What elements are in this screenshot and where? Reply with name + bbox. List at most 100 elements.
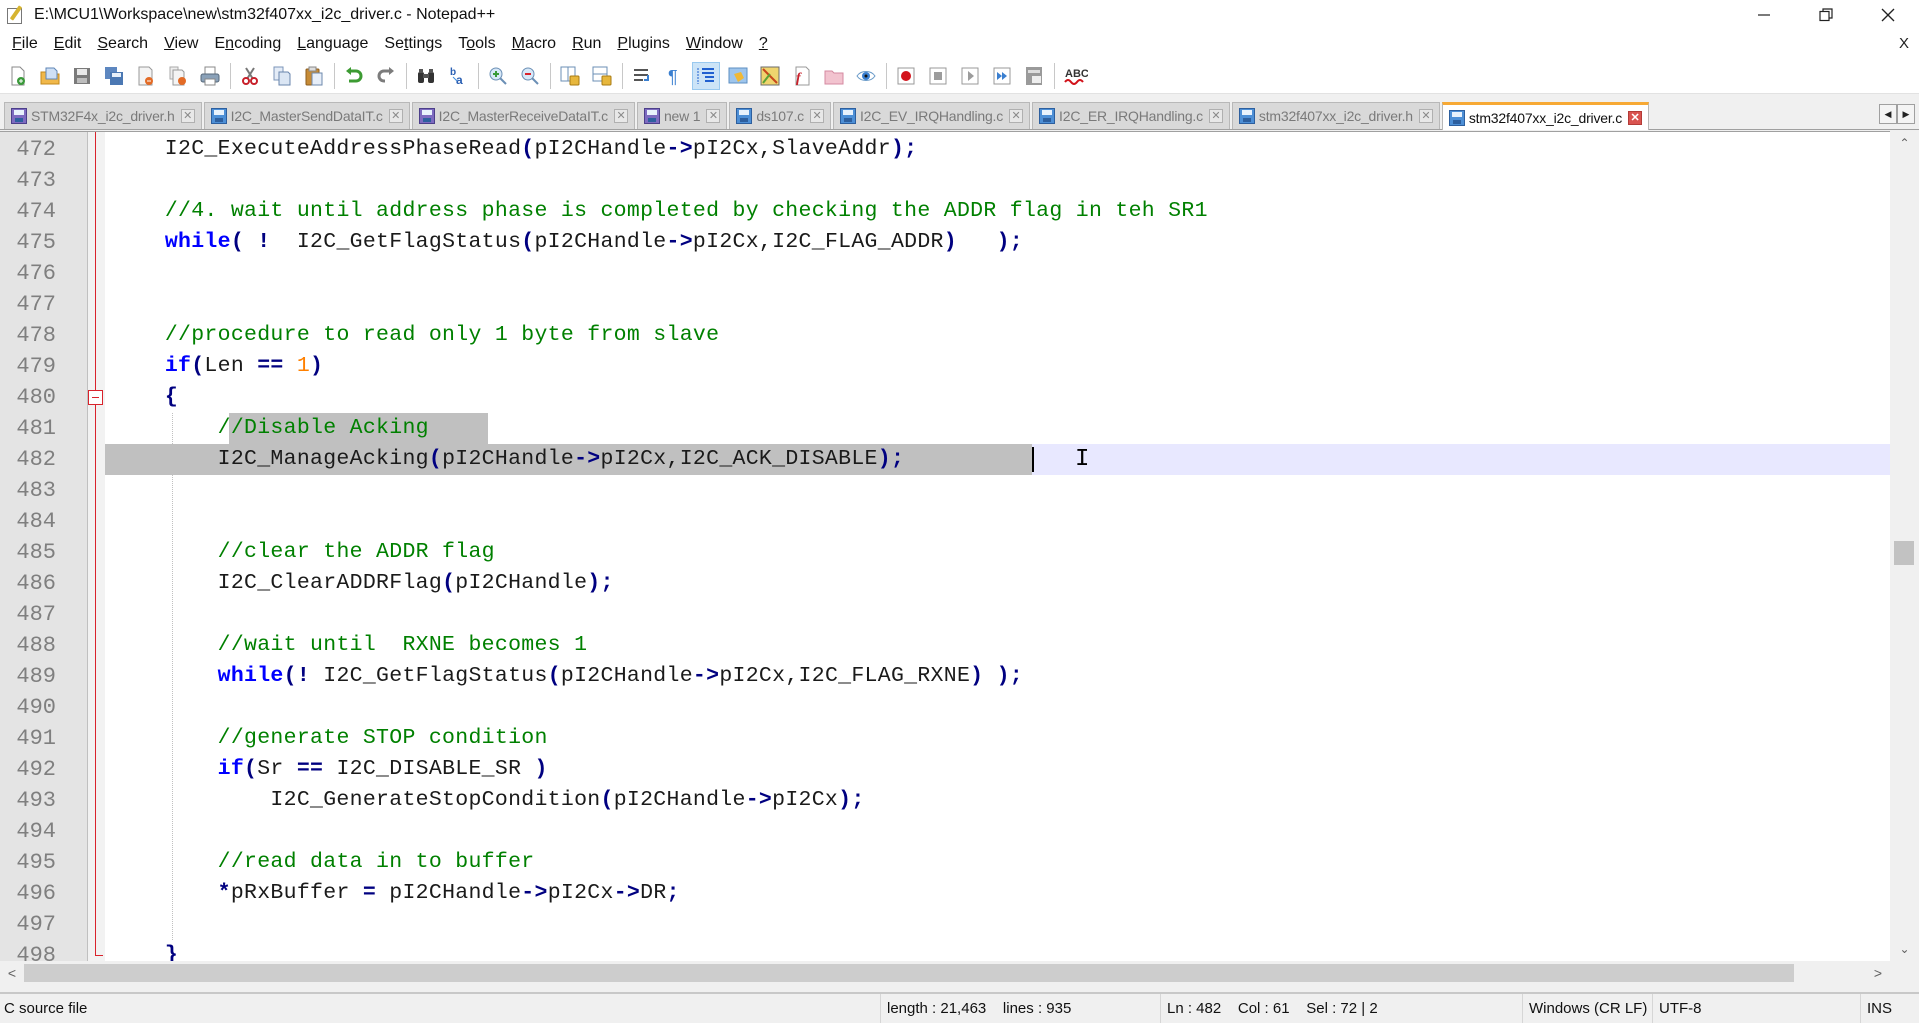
- code-line[interactable]: 492 if(Sr == I2C_DISABLE_SR ): [0, 754, 1890, 785]
- sync-horizontal-button[interactable]: [588, 62, 616, 90]
- file-tab[interactable]: stm32f407xx_i2c_driver.h ✕: [1231, 102, 1440, 129]
- code-line[interactable]: 480 {: [0, 382, 1890, 413]
- code-line[interactable]: 477: [0, 289, 1890, 320]
- code-line[interactable]: 478 //procedure to read only 1 byte from…: [0, 320, 1890, 351]
- spell-check-button[interactable]: ABC: [1060, 62, 1089, 90]
- playback-macro-button[interactable]: [956, 62, 984, 90]
- code-line[interactable]: 474 //4. wait until address phase is com…: [0, 196, 1890, 227]
- function-list-button[interactable]: f: [788, 62, 816, 90]
- close-tab-icon[interactable]: ✕: [1208, 109, 1223, 123]
- horizontal-scrollbar[interactable]: < >: [0, 961, 1890, 985]
- code-line[interactable]: 483: [0, 475, 1890, 506]
- tab-scroll-left-button[interactable]: ◀: [1879, 104, 1897, 124]
- restore-button[interactable]: [1795, 0, 1857, 30]
- file-tab[interactable]: ds107.c ✕: [729, 102, 831, 129]
- record-macro-button[interactable]: [892, 62, 920, 90]
- code-line[interactable]: 481 //Disable Acking: [0, 413, 1890, 444]
- monitoring-button[interactable]: [852, 62, 880, 90]
- code-line[interactable]: 491 //generate STOP condition: [0, 723, 1890, 754]
- code-line[interactable]: 489 while(! I2C_GetFlagStatus(pI2CHandle…: [0, 661, 1890, 692]
- code-line[interactable]: 498 }: [0, 940, 1890, 961]
- code-line[interactable]: 479 if(Len == 1): [0, 351, 1890, 382]
- file-tab[interactable]: I2C_ER_IRQHandling.c ✕: [1032, 102, 1230, 129]
- sync-vertical-button[interactable]: [556, 62, 584, 90]
- copy-button[interactable]: [268, 62, 296, 90]
- new-file-button[interactable]: [4, 62, 32, 90]
- undo-button[interactable]: [340, 62, 368, 90]
- vertical-scrollbar[interactable]: ⌃ ⌄: [1890, 131, 1919, 961]
- menu-macro[interactable]: Macro: [504, 30, 564, 58]
- run-macro-multiple-button[interactable]: [988, 62, 1016, 90]
- replace-button[interactable]: ba: [444, 62, 472, 90]
- find-button[interactable]: [412, 62, 440, 90]
- save-macro-button[interactable]: [1020, 62, 1048, 90]
- code-line[interactable]: 473: [0, 165, 1890, 196]
- menu-run[interactable]: Run: [564, 30, 609, 58]
- close-tab-icon[interactable]: ✕: [613, 109, 628, 123]
- stop-recording-button[interactable]: [924, 62, 952, 90]
- menu-search[interactable]: Search: [89, 30, 156, 58]
- folder-as-workspace-button[interactable]: [820, 62, 848, 90]
- open-file-button[interactable]: [36, 62, 64, 90]
- menu-settings[interactable]: Settings: [376, 30, 450, 58]
- print-button[interactable]: [196, 62, 224, 90]
- close-tab-icon[interactable]: ✕: [180, 109, 195, 123]
- code-line[interactable]: 490: [0, 692, 1890, 723]
- horizontal-scroll-thumb[interactable]: [24, 964, 1794, 982]
- code-editor[interactable]: 472 I2C_ExecuteAddressPhaseRead(pI2CHand…: [0, 131, 1919, 961]
- save-all-button[interactable]: [100, 62, 128, 90]
- close-all-button[interactable]: [164, 62, 192, 90]
- file-tab[interactable]: I2C_MasterReceiveDataIT.c ✕: [411, 102, 635, 129]
- code-line[interactable]: 485 //clear the ADDR flag: [0, 537, 1890, 568]
- close-tab-icon[interactable]: ✕: [1418, 109, 1433, 123]
- file-tab[interactable]: I2C_MasterSendDataIT.c ✕: [203, 102, 410, 129]
- code-line[interactable]: 475 while( ! I2C_GetFlagStatus(pI2CHandl…: [0, 227, 1890, 258]
- code-line[interactable]: 493 I2C_GenerateStopCondition(pI2CHandle…: [0, 785, 1890, 816]
- redo-button[interactable]: [372, 62, 400, 90]
- close-tab-icon[interactable]: ✕: [706, 109, 721, 123]
- code-line[interactable]: 484: [0, 506, 1890, 537]
- vertical-scroll-thumb[interactable]: [1894, 541, 1914, 565]
- close-document-button[interactable]: X: [1899, 30, 1909, 58]
- menu-help[interactable]: ?: [751, 30, 776, 58]
- document-map-button[interactable]: [756, 62, 784, 90]
- code-line[interactable]: 496 *pRxBuffer = pI2CHandle->pI2Cx->DR;: [0, 878, 1890, 909]
- code-line[interactable]: 486 I2C_ClearADDRFlag(pI2CHandle);: [0, 568, 1890, 599]
- file-tab[interactable]: I2C_EV_IRQHandling.c ✕: [832, 102, 1031, 129]
- user-language-button[interactable]: [724, 62, 752, 90]
- show-all-chars-button[interactable]: ¶: [660, 62, 688, 90]
- minimize-button[interactable]: [1733, 0, 1795, 30]
- close-button[interactable]: [132, 62, 160, 90]
- close-tab-icon[interactable]: ✕: [388, 109, 403, 123]
- code-line[interactable]: 488 //wait until RXNE becomes 1: [0, 630, 1890, 661]
- menu-language[interactable]: Language: [289, 30, 376, 58]
- menu-plugins[interactable]: Plugins: [609, 30, 677, 58]
- menu-edit[interactable]: Edit: [46, 30, 90, 58]
- zoom-out-button[interactable]: [516, 62, 544, 90]
- file-tab[interactable]: new 1 ✕: [636, 102, 728, 129]
- menu-encoding[interactable]: Encoding: [206, 30, 289, 58]
- code-line[interactable]: 472 I2C_ExecuteAddressPhaseRead(pI2CHand…: [0, 134, 1890, 165]
- tab-scroll-right-button[interactable]: ▶: [1897, 104, 1915, 124]
- scroll-down-button[interactable]: ⌄: [1890, 937, 1919, 961]
- code-line[interactable]: 482 I2C_ManageAcking(pI2CHandle->pI2Cx,I…: [0, 444, 1890, 475]
- code-line[interactable]: 497: [0, 909, 1890, 940]
- scroll-up-button[interactable]: ⌃: [1890, 131, 1919, 155]
- code-line[interactable]: 476: [0, 258, 1890, 289]
- scroll-right-button[interactable]: >: [1866, 961, 1890, 985]
- paste-button[interactable]: [300, 62, 328, 90]
- code-line[interactable]: 494: [0, 816, 1890, 847]
- zoom-in-button[interactable]: [484, 62, 512, 90]
- code-line[interactable]: 495 //read data in to buffer: [0, 847, 1890, 878]
- word-wrap-button[interactable]: [628, 62, 656, 90]
- indent-guide-button[interactable]: [692, 61, 720, 90]
- code-line[interactable]: 487: [0, 599, 1890, 630]
- menu-tools[interactable]: Tools: [450, 30, 503, 58]
- scroll-left-button[interactable]: <: [0, 961, 24, 985]
- menu-view[interactable]: View: [156, 30, 206, 58]
- menu-file[interactable]: File: [4, 30, 46, 58]
- menu-window[interactable]: Window: [678, 30, 751, 58]
- cut-button[interactable]: [236, 62, 264, 90]
- close-tab-icon[interactable]: ✕: [1628, 110, 1643, 125]
- close-tab-icon[interactable]: ✕: [809, 109, 824, 123]
